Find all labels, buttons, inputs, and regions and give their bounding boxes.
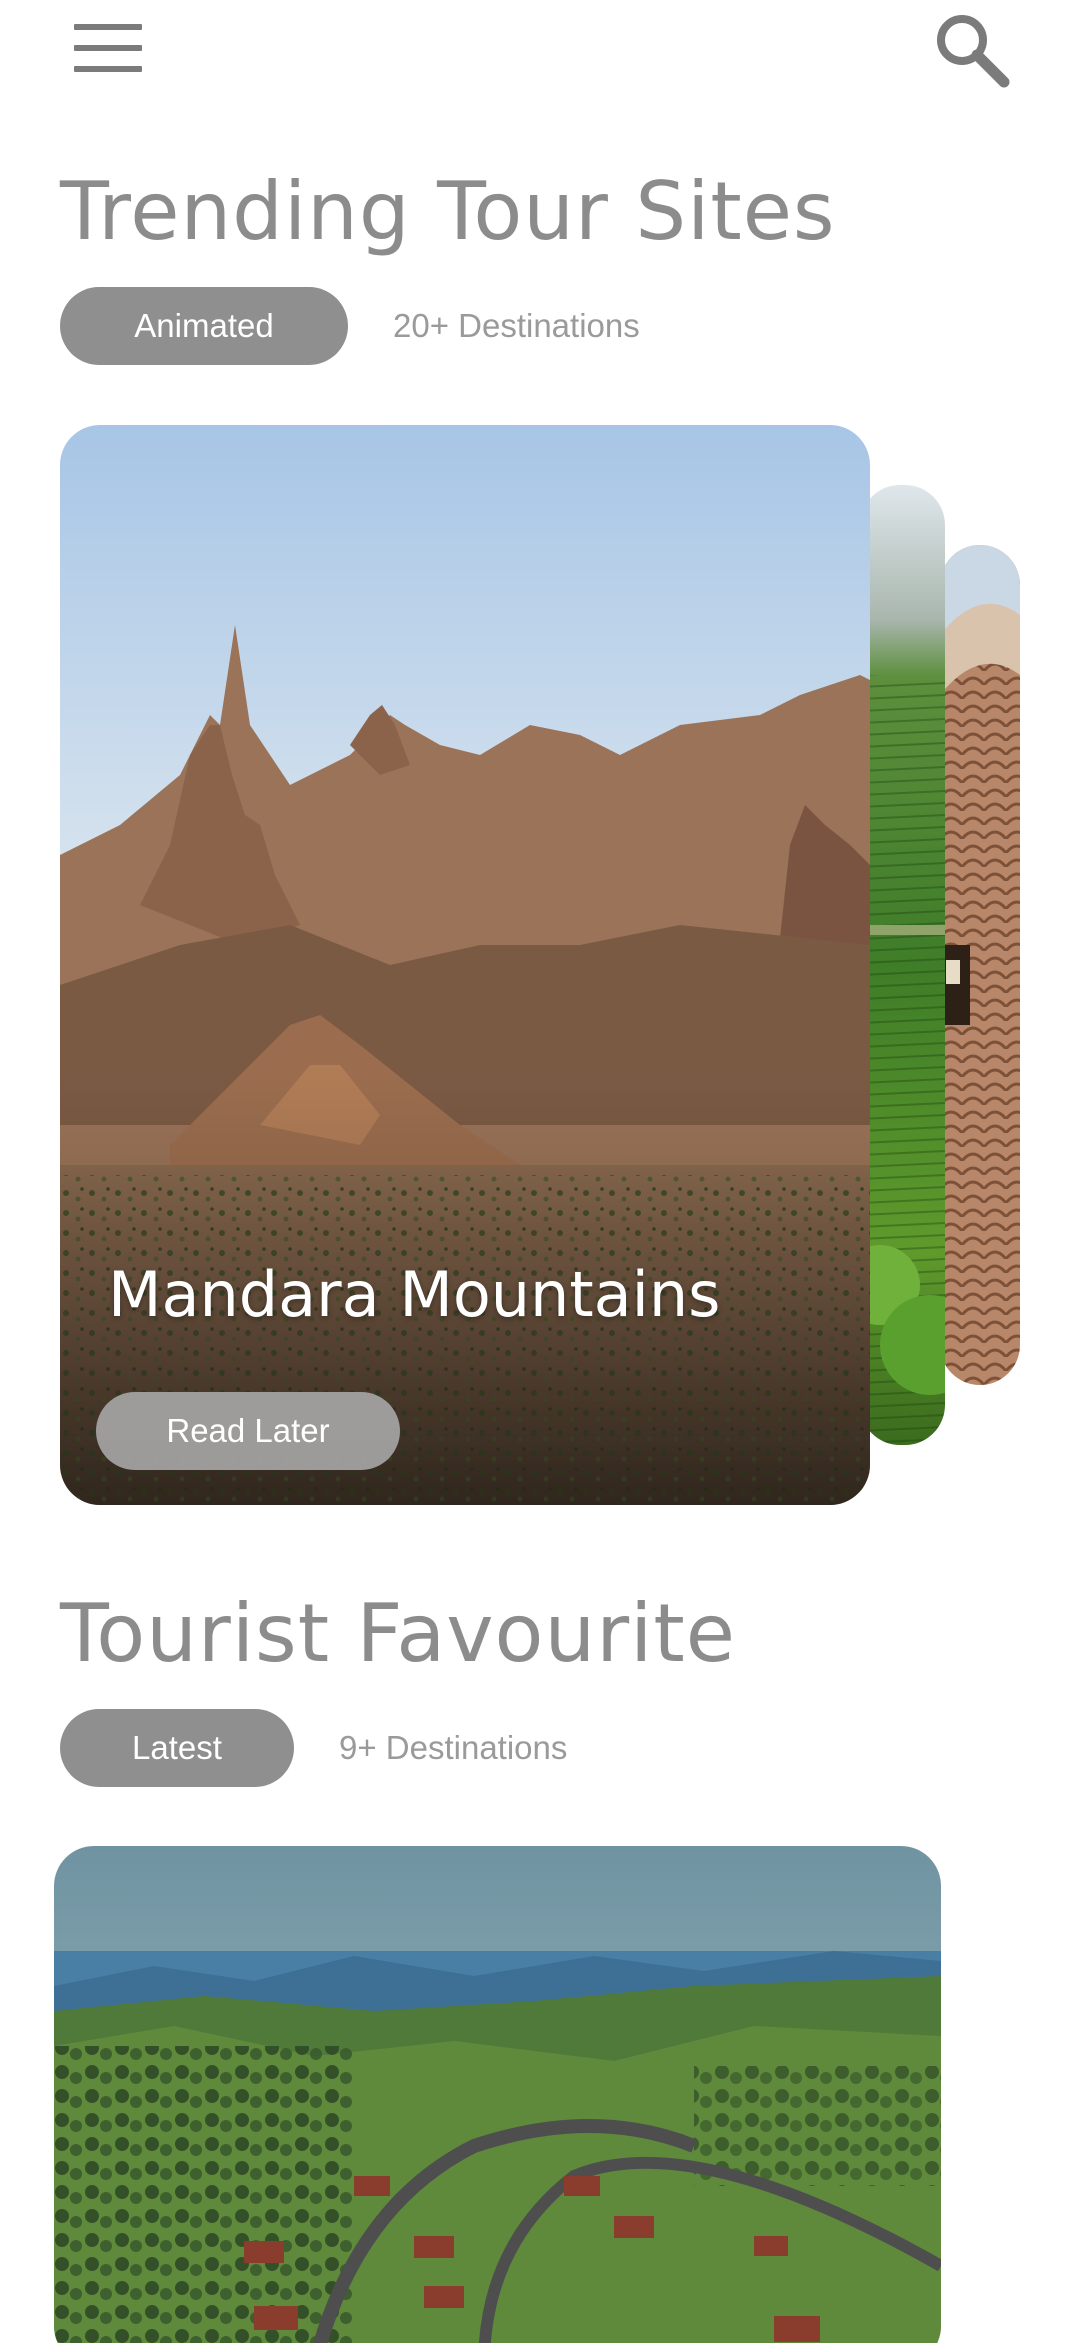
latest-chip[interactable]: Latest [60, 1709, 294, 1787]
trending-destinations-count: 20+ Destinations [393, 307, 640, 344]
trending-card-mandara-mountains[interactable]: Mandara Mountains Read Later [60, 425, 870, 1505]
card-title: Mandara Mountains [108, 1258, 721, 1331]
trending-section-title: Trending Tour Sites [60, 165, 836, 258]
favourite-section-title: Tourist Favourite [60, 1587, 736, 1680]
stacked-card-2[interactable] [860, 485, 945, 1445]
animated-chip[interactable]: Animated [60, 287, 348, 365]
favourite-destinations-count: 9+ Destinations [339, 1729, 568, 1766]
hamburger-menu-icon[interactable] [72, 20, 144, 76]
favourite-card[interactable] [54, 1846, 941, 2343]
read-later-button[interactable]: Read Later [96, 1392, 400, 1470]
app-screen: Trending Tour Sites Animated 20+ Destina… [0, 0, 1079, 2343]
search-icon[interactable] [932, 10, 1012, 90]
mountains-photo [60, 425, 870, 1505]
resort-aerial-photo [54, 1846, 941, 2343]
stacked-card-3[interactable] [940, 545, 1020, 1385]
